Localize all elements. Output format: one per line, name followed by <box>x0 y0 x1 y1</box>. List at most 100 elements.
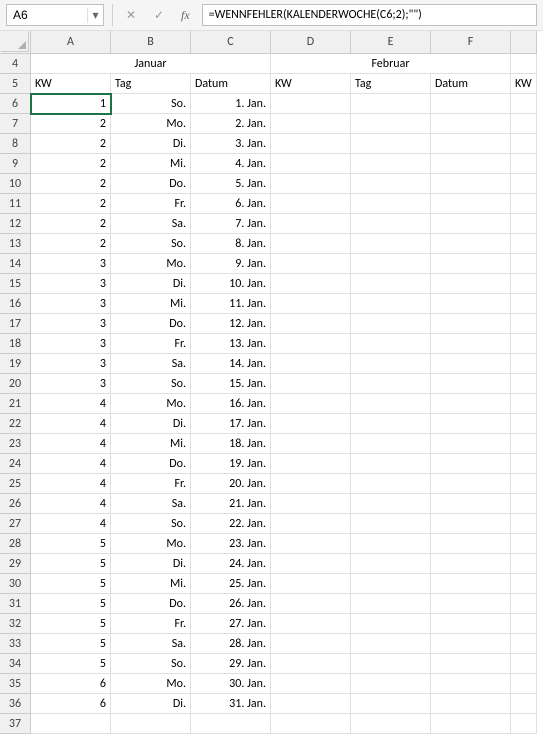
header-datum-feb[interactable]: Datum <box>431 74 511 94</box>
cell[interactable] <box>511 594 537 614</box>
header-kw-next[interactable]: KW <box>511 74 537 94</box>
col-header-D[interactable]: D <box>271 31 351 54</box>
cell[interactable] <box>511 674 537 694</box>
cell-E29[interactable] <box>351 554 431 574</box>
cell-A32[interactable]: 5 <box>31 614 111 634</box>
cell[interactable] <box>511 314 537 334</box>
cell-F20[interactable] <box>431 374 511 394</box>
cell[interactable] <box>511 494 537 514</box>
row-header-30[interactable]: 30 <box>0 574 31 594</box>
row-header-15[interactable]: 15 <box>0 274 31 294</box>
row-header-37[interactable]: 37 <box>0 714 31 734</box>
cell-A15[interactable]: 3 <box>31 274 111 294</box>
cell-F10[interactable] <box>431 174 511 194</box>
cell[interactable] <box>511 634 537 654</box>
cell-B17[interactable]: Do. <box>111 314 191 334</box>
cell-D19[interactable] <box>271 354 351 374</box>
cell-D15[interactable] <box>271 274 351 294</box>
cell[interactable] <box>511 234 537 254</box>
row-header-34[interactable]: 34 <box>0 654 31 674</box>
cell-A11[interactable]: 2 <box>31 194 111 214</box>
cell-A29[interactable]: 5 <box>31 554 111 574</box>
cell-C12[interactable]: 7. Jan. <box>191 214 271 234</box>
row-header-19[interactable]: 19 <box>0 354 31 374</box>
cell-B12[interactable]: Sa. <box>111 214 191 234</box>
cell-F27[interactable] <box>431 514 511 534</box>
cell-E17[interactable] <box>351 314 431 334</box>
cell-C34[interactable]: 29. Jan. <box>191 654 271 674</box>
cell[interactable] <box>511 414 537 434</box>
row-header-6[interactable]: 6 <box>0 94 31 114</box>
cell-E20[interactable] <box>351 374 431 394</box>
cell[interactable] <box>511 714 537 734</box>
cell-B31[interactable]: Do. <box>111 594 191 614</box>
cell-D7[interactable] <box>271 114 351 134</box>
cell-F23[interactable] <box>431 434 511 454</box>
header-kw-feb[interactable]: KW <box>271 74 351 94</box>
cell-F32[interactable] <box>431 614 511 634</box>
cell-D23[interactable] <box>271 434 351 454</box>
cell-D22[interactable] <box>271 414 351 434</box>
cell-C19[interactable]: 14. Jan. <box>191 354 271 374</box>
cell-B18[interactable]: Fr. <box>111 334 191 354</box>
cell[interactable] <box>511 214 537 234</box>
cell-E37[interactable] <box>351 714 431 734</box>
cell-C7[interactable]: 2. Jan. <box>191 114 271 134</box>
cell-F37[interactable] <box>431 714 511 734</box>
cell-D18[interactable] <box>271 334 351 354</box>
cell-E26[interactable] <box>351 494 431 514</box>
cell-C21[interactable]: 16. Jan. <box>191 394 271 414</box>
cell-C14[interactable]: 9. Jan. <box>191 254 271 274</box>
cell-A17[interactable]: 3 <box>31 314 111 334</box>
cell-B30[interactable]: Mi. <box>111 574 191 594</box>
cell-D35[interactable] <box>271 674 351 694</box>
cell-E13[interactable] <box>351 234 431 254</box>
cell-C10[interactable]: 5. Jan. <box>191 174 271 194</box>
cell-C29[interactable]: 24. Jan. <box>191 554 271 574</box>
cell-D28[interactable] <box>271 534 351 554</box>
cell-E28[interactable] <box>351 534 431 554</box>
cell-E10[interactable] <box>351 174 431 194</box>
row-header-22[interactable]: 22 <box>0 414 31 434</box>
cell-C16[interactable]: 11. Jan. <box>191 294 271 314</box>
cell-C25[interactable]: 20. Jan. <box>191 474 271 494</box>
cell-B6[interactable]: So. <box>111 94 191 114</box>
cell-B11[interactable]: Fr. <box>111 194 191 214</box>
cell-C35[interactable]: 30. Jan. <box>191 674 271 694</box>
cell-D21[interactable] <box>271 394 351 414</box>
cell-B36[interactable]: Di. <box>111 694 191 714</box>
cell-E18[interactable] <box>351 334 431 354</box>
cell[interactable] <box>511 574 537 594</box>
cell-F31[interactable] <box>431 594 511 614</box>
row-header-29[interactable]: 29 <box>0 554 31 574</box>
cell-D25[interactable] <box>271 474 351 494</box>
cell-C9[interactable]: 4. Jan. <box>191 154 271 174</box>
cell-F26[interactable] <box>431 494 511 514</box>
cell-F19[interactable] <box>431 354 511 374</box>
cell-B16[interactable]: Mi. <box>111 294 191 314</box>
cell[interactable] <box>511 254 537 274</box>
cell-D27[interactable] <box>271 514 351 534</box>
name-box-dropdown-icon[interactable]: ▾ <box>87 8 103 23</box>
col-header-B[interactable]: B <box>111 31 191 54</box>
name-box-input[interactable] <box>7 6 87 24</box>
cell-C17[interactable]: 12. Jan. <box>191 314 271 334</box>
select-all-button[interactable] <box>1 32 29 52</box>
cell-A7[interactable]: 2 <box>31 114 111 134</box>
cell-F33[interactable] <box>431 634 511 654</box>
cell[interactable] <box>511 94 537 114</box>
cell-F34[interactable] <box>431 654 511 674</box>
cell-F13[interactable] <box>431 234 511 254</box>
cell-B10[interactable]: Do. <box>111 174 191 194</box>
row-header-17[interactable]: 17 <box>0 314 31 334</box>
cell-D9[interactable] <box>271 154 351 174</box>
enter-icon[interactable]: ✓ <box>149 5 169 25</box>
cell[interactable] <box>511 514 537 534</box>
cell-D13[interactable] <box>271 234 351 254</box>
cell-F22[interactable] <box>431 414 511 434</box>
cell-D33[interactable] <box>271 634 351 654</box>
cell[interactable] <box>511 354 537 374</box>
cell-C32[interactable]: 27. Jan. <box>191 614 271 634</box>
cell[interactable] <box>511 134 537 154</box>
formula-bar[interactable]: =WENNFEHLER(KALENDERWOCHE(C6;2);"") <box>202 4 537 26</box>
